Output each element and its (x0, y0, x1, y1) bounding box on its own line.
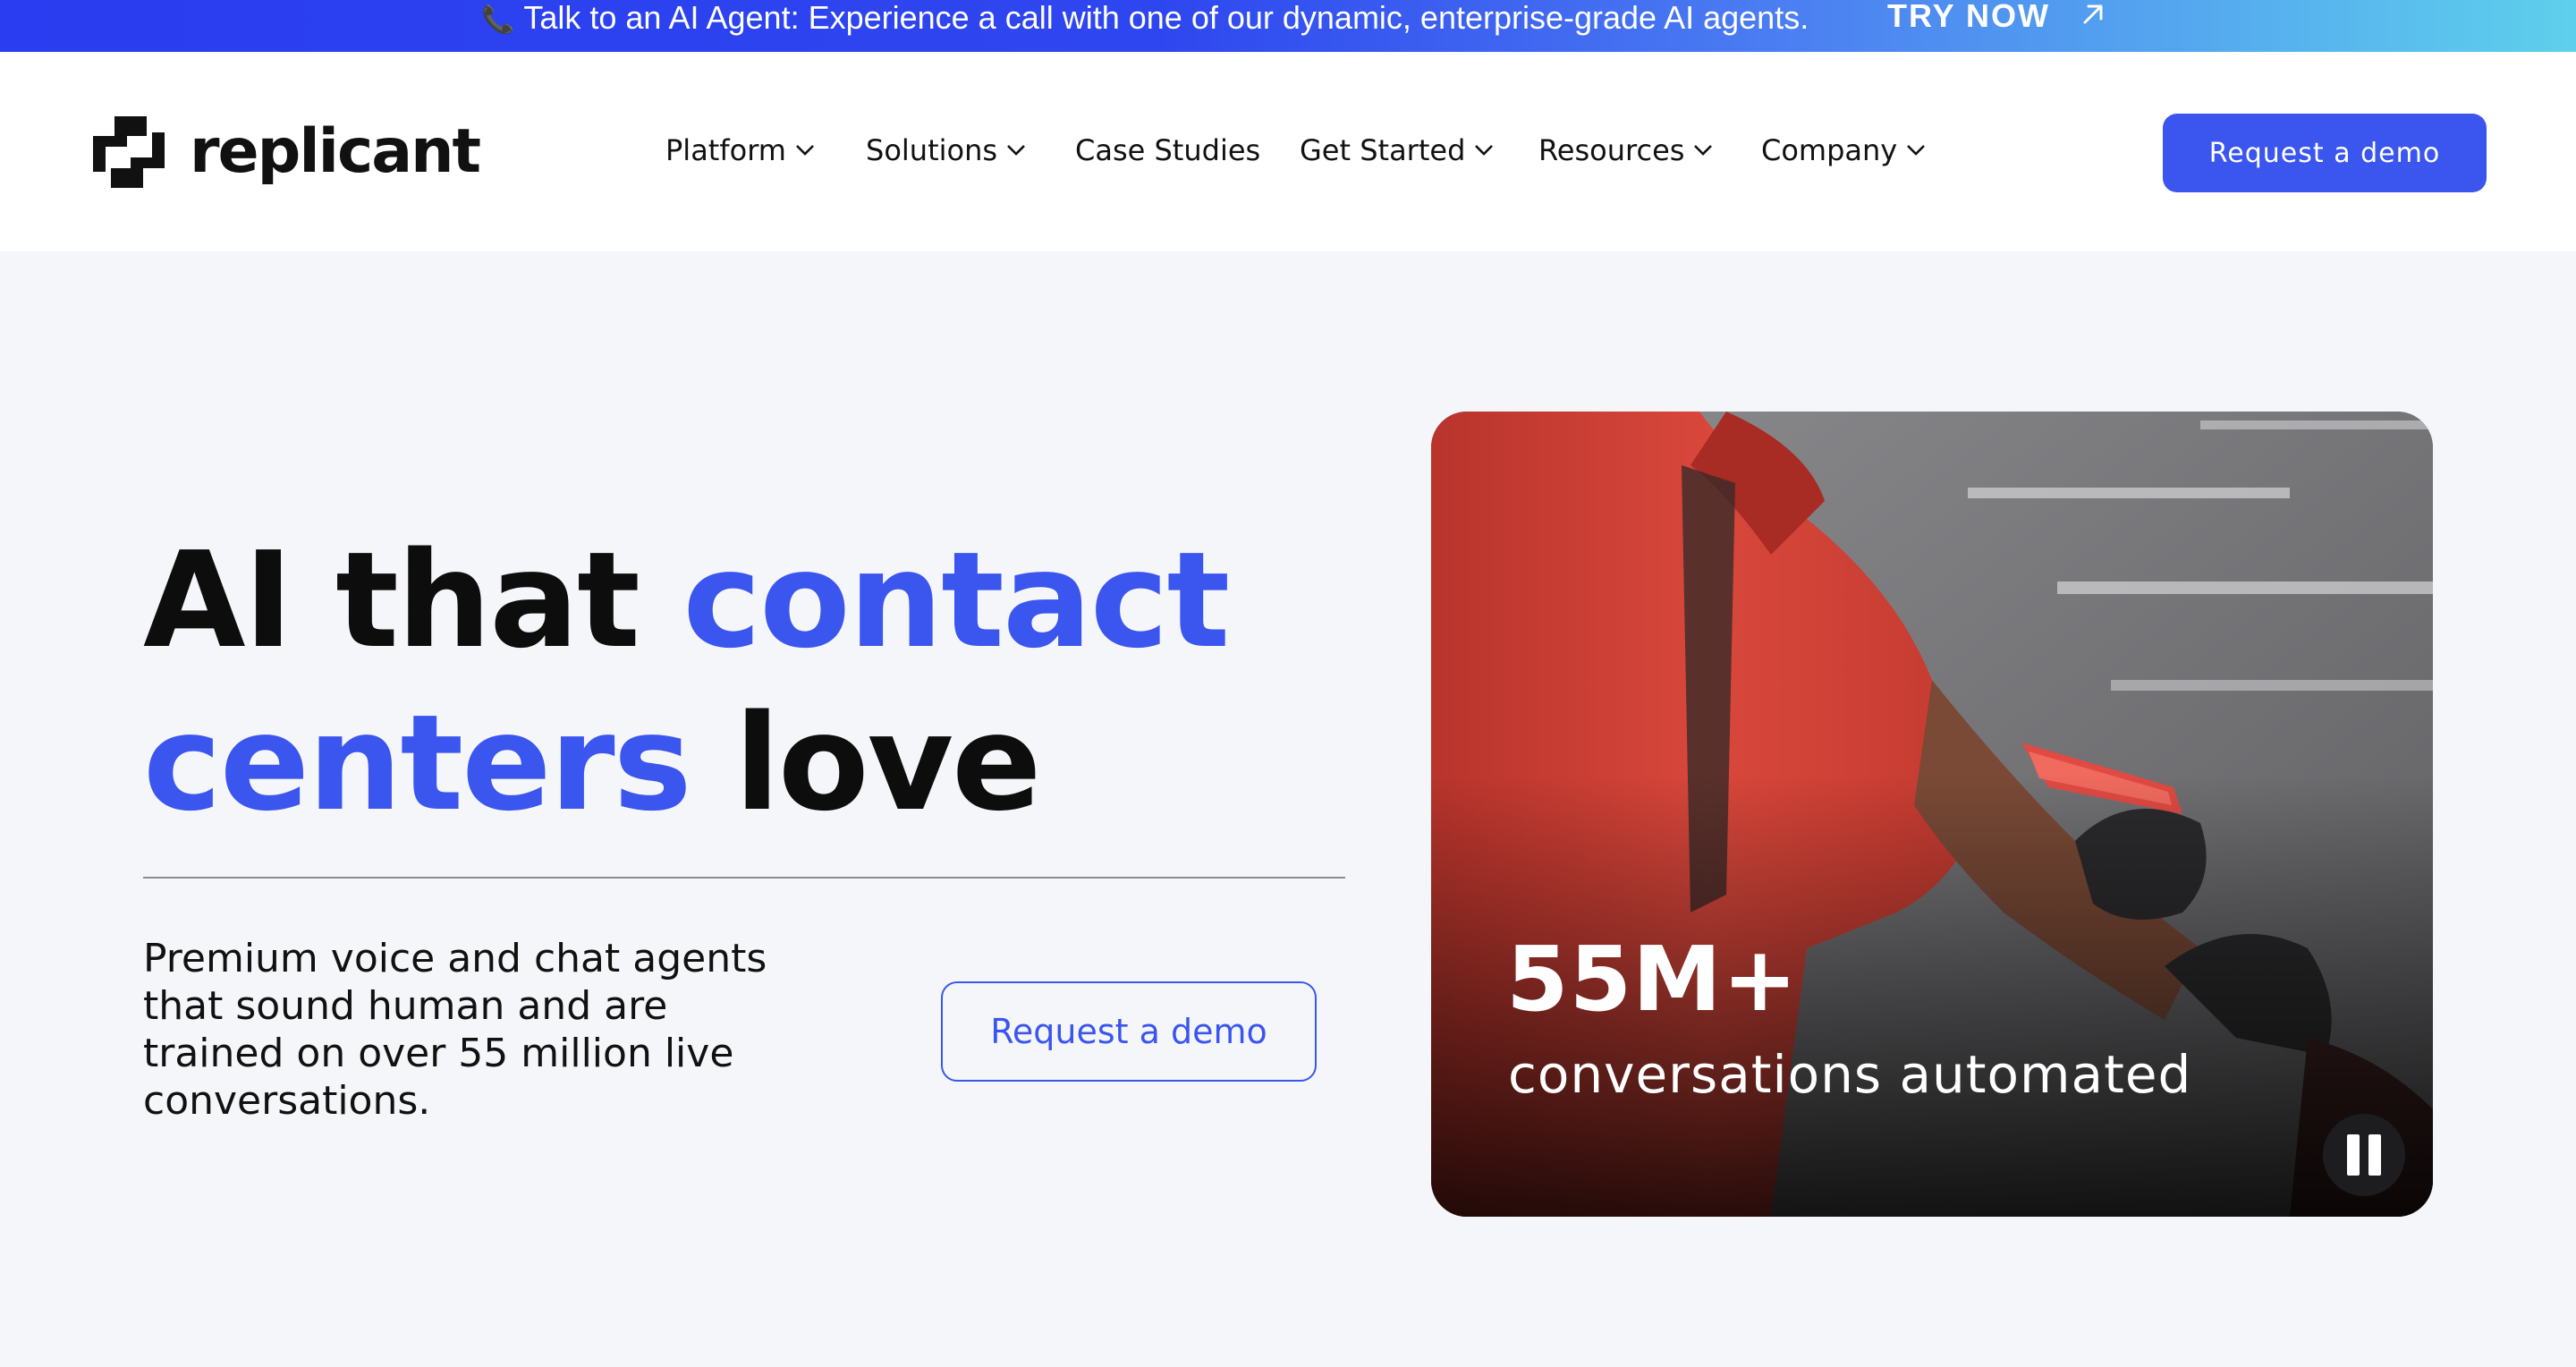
nav-item-label: Solutions (866, 133, 998, 167)
hero-title-line2: centers love (143, 686, 1041, 840)
logo[interactable]: replicant (88, 111, 481, 193)
nav-item-solutions[interactable]: Solutions (866, 132, 1026, 168)
try-now-link[interactable]: TRY NOW (1887, 0, 2106, 32)
hero-divider (143, 877, 1345, 879)
nav-item-case-studies[interactable]: Case Studies (1075, 132, 1260, 168)
pause-icon (2368, 1134, 2381, 1176)
chevron-down-icon (1907, 145, 1926, 156)
chevron-down-icon (1475, 145, 1494, 156)
hero-description: Premium voice and chat agents that sound… (143, 936, 767, 1124)
nav-item-label: Resources (1538, 133, 1685, 167)
stat-number: 55M+ (1506, 927, 1799, 1032)
replicant-logo-icon (93, 116, 165, 188)
phone-icon: 📞 (481, 5, 515, 35)
hero-title: AI that contact centers love (143, 519, 1230, 845)
nav-item-label: Get Started (1300, 133, 1466, 167)
logo-text: replicant (190, 116, 481, 187)
hero-title-text: AI that (143, 523, 683, 677)
hero-video[interactable]: 55M+ conversations automated (1431, 412, 2433, 1217)
stat-label: conversations automated (1508, 1044, 2192, 1105)
announcement-message: 📞 Talk to an AI Agent: Experience a call … (481, 2, 1809, 37)
chevron-down-icon (1694, 145, 1713, 156)
nav-item-get-started[interactable]: Get Started (1300, 132, 1494, 168)
announcement-bar: 📞 Talk to an AI Agent: Experience a call … (0, 0, 2576, 52)
announcement-text: Talk to an AI Agent: Experience a call w… (523, 0, 1809, 36)
nav-item-label: Company (1761, 133, 1898, 167)
pause-button[interactable] (2323, 1114, 2405, 1196)
nav-item-label: Platform (665, 133, 786, 167)
try-now-label: TRY NOW (1887, 0, 2050, 34)
hero-title-accent: centers (143, 686, 692, 840)
chevron-down-icon (1007, 145, 1025, 156)
nav-item-company[interactable]: Company (1761, 132, 1926, 168)
hero-title-accent: contact (682, 523, 1230, 677)
pause-icon (2347, 1134, 2360, 1176)
hero-request-demo-button[interactable]: Request a demo (941, 981, 1317, 1082)
site-header: replicant Platform Solutions Case Studie… (0, 52, 2576, 251)
hero-title-line1: AI that contact (143, 523, 1230, 677)
nav-item-resources[interactable]: Resources (1538, 132, 1713, 168)
arrow-up-right-icon (2083, 4, 2103, 24)
nav-item-label: Case Studies (1075, 133, 1261, 167)
request-demo-button[interactable]: Request a demo (2163, 114, 2487, 192)
chevron-down-icon (796, 145, 814, 156)
hero-title-text: love (690, 686, 1041, 840)
nav-item-platform[interactable]: Platform (665, 132, 815, 168)
